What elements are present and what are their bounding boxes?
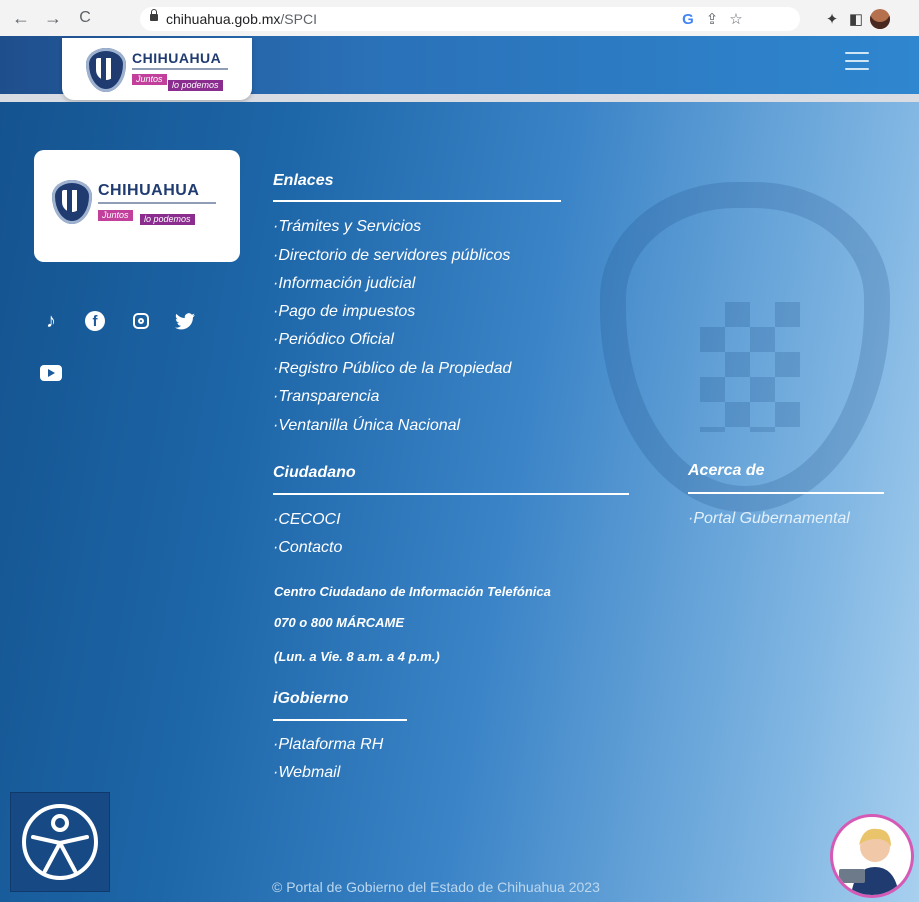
copyright-text: © Portal de Gobierno del Estado de Chihu… bbox=[272, 879, 600, 895]
twitter-icon[interactable] bbox=[174, 310, 196, 332]
profile-avatar-icon[interactable] bbox=[868, 7, 892, 31]
ciudadano-divider bbox=[273, 493, 629, 495]
logo-subline bbox=[132, 68, 228, 70]
hamburger-menu-icon[interactable] bbox=[845, 52, 869, 70]
star-icon[interactable]: ☆ bbox=[724, 7, 748, 31]
sidepanel-icon[interactable]: ◧ bbox=[844, 7, 868, 31]
facebook-icon[interactable]: f bbox=[84, 310, 106, 332]
logo-tag-podemos: lo podemos bbox=[168, 80, 223, 91]
back-arrow-icon[interactable]: ← bbox=[12, 9, 30, 27]
link-cecoci[interactable]: ·CECOCI bbox=[273, 511, 341, 529]
footer-logo-tag-podemos: lo podemos bbox=[140, 214, 195, 225]
logo-name: CHIHUAHUA bbox=[132, 50, 222, 66]
shield-icon bbox=[86, 48, 126, 92]
assistant-icon bbox=[839, 828, 899, 895]
igobierno-heading: iGobierno bbox=[273, 690, 349, 707]
footer-logo-subline bbox=[98, 202, 216, 204]
accessibility-button[interactable] bbox=[10, 792, 110, 892]
link-registro-publico[interactable]: ·Registro Público de la Propiedad bbox=[273, 360, 511, 378]
accessibility-icon bbox=[22, 804, 98, 880]
google-g-icon[interactable]: G bbox=[676, 7, 700, 31]
enlaces-heading: Enlaces bbox=[273, 172, 334, 189]
url-text: chihuahua.gob.mx/SPCI bbox=[166, 11, 317, 27]
footer-logo-tag-juntos: Juntos bbox=[98, 210, 133, 221]
instagram-icon[interactable] bbox=[130, 310, 152, 332]
ciudadano-heading: Ciudadano bbox=[273, 464, 356, 481]
virtual-assistant-avatar[interactable] bbox=[830, 814, 914, 898]
header-logo[interactable]: CHIHUAHUA Juntos lo podemos bbox=[62, 38, 252, 100]
info-horario: (Lun. a Vie. 8 a.m. a 4 p.m.) bbox=[274, 649, 440, 664]
link-ventanilla-unica[interactable]: ·Ventanilla Única Nacional bbox=[273, 417, 460, 435]
info-telefono: 070 o 800 MÁRCAME bbox=[274, 615, 405, 630]
enlaces-divider bbox=[273, 200, 561, 202]
youtube-icon[interactable] bbox=[40, 362, 62, 384]
browser-toolbar: ← → C chihuahua.gob.mx/SPCI G ⇪ ☆ ✦ ◧ bbox=[0, 0, 919, 37]
extensions-icon[interactable]: ✦ bbox=[820, 7, 844, 31]
reload-icon[interactable]: C bbox=[76, 9, 94, 27]
tiktok-icon[interactable]: ♪ bbox=[40, 310, 62, 332]
site-header: CHIHUAHUA Juntos lo podemos bbox=[0, 36, 919, 102]
forward-arrow-icon[interactable]: → bbox=[44, 9, 62, 27]
footer-logo[interactable]: CHIHUAHUA Juntos lo podemos bbox=[34, 150, 240, 262]
link-periodico-oficial[interactable]: ·Periódico Oficial bbox=[273, 331, 394, 349]
lock-icon bbox=[150, 9, 158, 21]
link-plataforma-rh[interactable]: ·Plataforma RH bbox=[273, 736, 383, 754]
link-directorio[interactable]: ·Directorio de servidores públicos bbox=[273, 247, 510, 265]
share-icon[interactable]: ⇪ bbox=[700, 7, 724, 31]
link-webmail[interactable]: ·Webmail bbox=[273, 764, 340, 782]
acerca-divider bbox=[688, 492, 884, 494]
igobierno-divider bbox=[273, 719, 407, 721]
link-pago-impuestos[interactable]: ·Pago de impuestos bbox=[273, 303, 415, 321]
site-footer: CHIHUAHUA Juntos lo podemos ♪ f Enlaces … bbox=[0, 102, 919, 902]
link-informacion-judicial[interactable]: ·Información judicial bbox=[273, 275, 415, 293]
footer-logo-name: CHIHUAHUA bbox=[98, 182, 200, 199]
link-transparencia[interactable]: ·Transparencia bbox=[273, 388, 379, 406]
link-contacto[interactable]: ·Contacto bbox=[273, 539, 342, 557]
info-centro-ciudadano: Centro Ciudadano de Información Telefóni… bbox=[274, 584, 551, 599]
link-portal-gubernamental[interactable]: ·Portal Gubernamental bbox=[688, 510, 850, 528]
acerca-heading: Acerca de bbox=[688, 462, 765, 479]
logo-tag-juntos: Juntos bbox=[132, 74, 167, 85]
link-tramites[interactable]: ·Trámites y Servicios bbox=[273, 218, 421, 236]
shield-icon bbox=[52, 180, 92, 224]
